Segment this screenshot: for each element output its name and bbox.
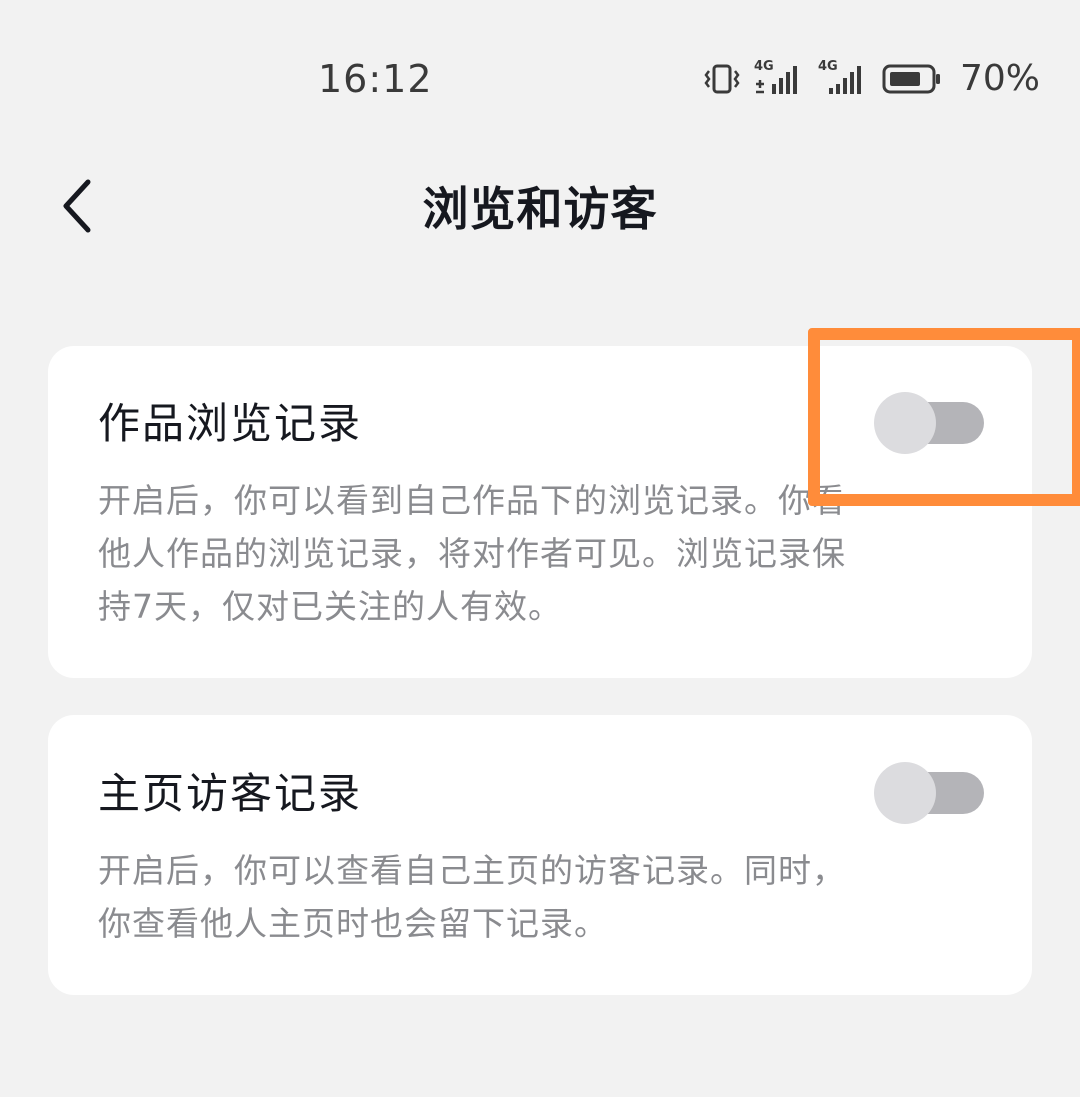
description-line: 持7天，仅对已关注的人有效。 <box>98 587 562 626</box>
page-title: 浏览和访客 <box>422 182 658 236</box>
setting-description-profile-visitors: 开启后，你可以查看自己主页的访客记录。同时， 你查看他人主页时也会留下记录。 <box>98 844 968 950</box>
toggle-knob <box>874 762 936 824</box>
setting-title-work-views: 作品浏览记录 <box>98 399 363 448</box>
status-time: 16:12 <box>318 57 433 101</box>
battery-icon <box>882 62 942 96</box>
battery-percent: 70% <box>959 58 1040 99</box>
signal-4g-icon: 4G <box>818 60 868 96</box>
status-bar: 16:12 4G 4G 70% <box>0 0 1080 160</box>
description-line: 你查看他人主页时也会留下记录。 <box>98 904 608 943</box>
signal-4g-icon: 4G <box>754 60 804 96</box>
highlight-box <box>808 328 1080 506</box>
setting-title-profile-visitors: 主页访客记录 <box>98 769 363 818</box>
status-icons: 4G 4G 70% <box>704 58 1040 100</box>
description-line: 开启后，你可以查看自己主页的访客记录。同时， <box>98 851 846 890</box>
description-line: 他人作品的浏览记录，将对作者可见。浏览记录保 <box>98 534 846 573</box>
vibrate-icon <box>704 62 740 96</box>
profile-visitors-toggle[interactable] <box>874 762 984 824</box>
